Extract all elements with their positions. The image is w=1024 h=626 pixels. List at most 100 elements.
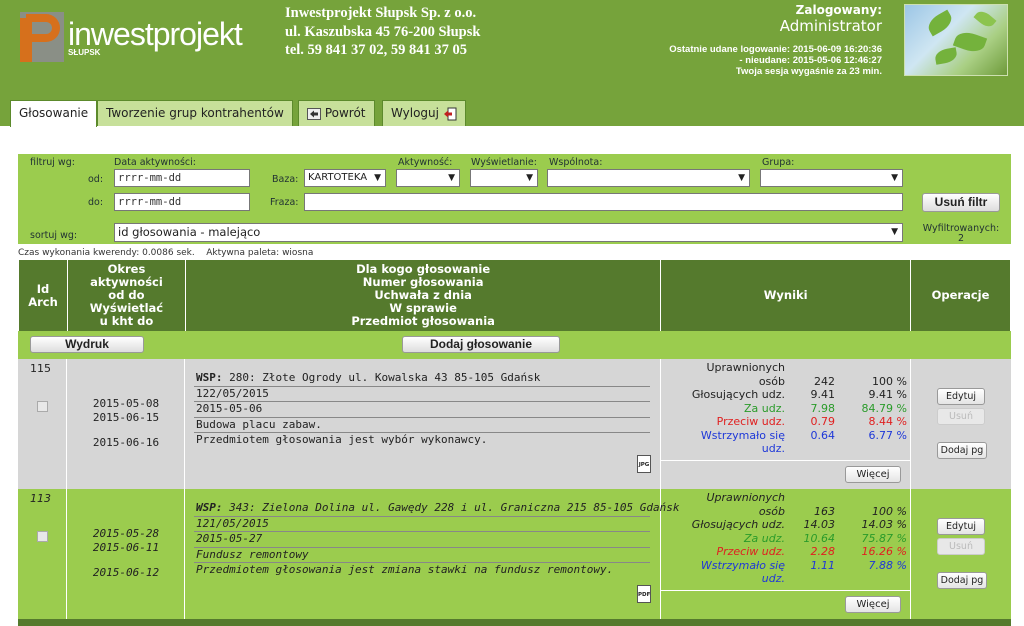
col-period: Okres aktywności od do Wyświetlać u kht do: [66, 259, 186, 332]
pdf-file-icon[interactable]: PDF: [637, 585, 651, 603]
activity-date-label: Data aktywności:: [114, 157, 196, 168]
display-to: 2015-06-12: [92, 566, 160, 579]
phrase-label: Fraza:: [270, 197, 299, 208]
archive-checkbox[interactable]: [37, 531, 48, 542]
chevron-down-icon: ▼: [526, 173, 533, 183]
print-button[interactable]: Wydruk: [30, 336, 144, 353]
to-label: do:: [88, 197, 104, 208]
activity-select[interactable]: ▼: [396, 169, 460, 187]
row-id: 113: [30, 492, 51, 505]
table-row: 115 2015-05-08 2015-06-15 2015-06-16 WSP…: [18, 359, 1011, 489]
last-failed-login: - nieudane: 2015-05-06 12:46:27: [739, 55, 882, 66]
col-main: Dla kogo głosowanie Numer głosowania Uchwa…: [184, 259, 662, 332]
results-cell: Uprawnionych osób 163 100 % Głosujących udz…: [661, 489, 911, 619]
delete-button[interactable]: Usuń: [937, 408, 985, 425]
header: inwestprojekt SŁUPSK Inwestprojekt Słups…: [0, 0, 1024, 96]
table-toolbar: Wydruk Dodaj głosowanie: [18, 331, 1011, 359]
group-label: Grupa:: [762, 157, 795, 168]
date-to-input[interactable]: rrrr-mm-dd: [114, 193, 250, 211]
session-info: Ostatnie udane logowanie: 2015-06-09 16:…: [669, 44, 882, 77]
date-from-input[interactable]: rrrr-mm-dd: [114, 169, 250, 187]
chevron-down-icon: ▼: [891, 227, 898, 237]
display-select[interactable]: ▼: [470, 169, 538, 187]
display-label: Wyświetlanie:: [471, 157, 537, 168]
vote-number: 121/05/2015: [194, 517, 650, 532]
vote-description: Przedmiotem głosowania jest zmiana stawk…: [196, 563, 614, 576]
tab-bar: Głosowanie Tworzenie grup kontrahentów P…: [0, 96, 1024, 127]
results-cell: Uprawnionych osób 242 100 % Głosujących udz…: [661, 359, 911, 489]
chevron-down-icon: ▼: [448, 173, 455, 183]
chevron-down-icon: ▼: [891, 173, 898, 183]
back-arrow-icon: [307, 107, 321, 120]
resolution-date: 2015-05-06: [194, 402, 650, 418]
company-name: Inwestprojekt Słupsk Sp. z o.o.: [285, 5, 477, 21]
tab-powrot[interactable]: Powrót: [298, 100, 375, 126]
add-vote-button[interactable]: Dodaj głosowanie: [402, 336, 560, 353]
filtered-count: Wyfiltrowanych: 2: [922, 223, 1000, 244]
id-cell: 113: [18, 489, 67, 619]
community-line[interactable]: WSP: 343: Zielona Dolina ul. Gawędy 228 …: [194, 501, 679, 517]
date-from: 2015-05-28: [92, 527, 160, 540]
id-cell: 115: [18, 359, 67, 489]
vote-description: Przedmiotem głosowania jest wybór wykona…: [196, 433, 488, 446]
clear-filter-button[interactable]: Usuń filtr: [922, 193, 1000, 212]
vote-subject: Fundusz remontowy: [194, 548, 650, 563]
logo-subtitle: SŁUPSK: [68, 48, 101, 57]
chevron-down-icon: ▼: [738, 173, 745, 183]
group-select[interactable]: ▼: [760, 169, 903, 187]
results-table: Uprawnionych osób 242 100 % Głosujących udz…: [691, 361, 907, 455]
filter-panel: filtruj wg: Data aktywności: od: rrrr-mm…: [18, 154, 1011, 244]
edit-button[interactable]: Edytuj: [937, 518, 985, 535]
table-footer-bar: [18, 619, 1011, 626]
edit-button[interactable]: Edytuj: [937, 388, 985, 405]
tab-glosowanie[interactable]: Głosowanie: [10, 100, 98, 127]
more-button[interactable]: Więcej: [845, 596, 901, 613]
logged-label: Zalogowany:: [795, 3, 882, 17]
jpg-file-icon[interactable]: JPG: [637, 455, 651, 473]
base-label: Baza:: [272, 174, 299, 185]
sort-select[interactable]: id głosowania - malejąco ▼: [114, 223, 903, 242]
delete-button[interactable]: Usuń: [937, 538, 985, 555]
more-button[interactable]: Więcej: [845, 466, 901, 483]
operations-cell: Edytuj Usuń Dodaj pg: [911, 489, 1011, 619]
logged-user: Administrator: [779, 17, 882, 35]
period-cell: 2015-05-08 2015-06-15 2015-06-16: [67, 359, 185, 489]
session-expiry: Twoja sesja wygaśnie za 23 min.: [735, 66, 882, 77]
col-id-arch: Id Arch: [18, 259, 68, 332]
community-select[interactable]: ▼: [547, 169, 750, 187]
last-ok-login: Ostatnie udane logowanie: 2015-06-09 16:…: [669, 44, 882, 55]
add-pg-button[interactable]: Dodaj pg: [937, 572, 987, 589]
tab-tworzenie-grup[interactable]: Tworzenie grup kontrahentów: [97, 100, 293, 126]
archive-checkbox[interactable]: [37, 401, 48, 412]
query-meta: Czas wykonania kwerendy: 0.0086 sek. Akt…: [18, 248, 314, 258]
company-address: ul. Kaszubska 45 76-200 Słupsk: [285, 23, 481, 40]
vote-number: 122/05/2015: [194, 387, 650, 402]
company-phone: tel. 59 841 37 02, 59 841 37 05: [285, 42, 468, 58]
community-line[interactable]: WSP: 280: Złote Ogrody ul. Kowalska 43 8…: [194, 371, 650, 387]
date-to: 2015-06-11: [92, 541, 160, 554]
display-to: 2015-06-16: [92, 436, 160, 449]
logo-icon: [20, 12, 64, 62]
activity-label: Aktywność:: [398, 157, 453, 168]
operations-cell: Edytuj Usuń Dodaj pg: [911, 359, 1011, 489]
date-to: 2015-06-15: [92, 411, 160, 424]
resolution-date: 2015-05-27: [194, 532, 650, 548]
col-operations: Operacje: [910, 259, 1011, 332]
base-select[interactable]: KARTOTEKA ▼: [304, 169, 386, 187]
period-cell: 2015-05-28 2015-06-11 2015-06-12: [67, 489, 185, 619]
sort-label: sortuj wg:: [30, 230, 78, 241]
chevron-down-icon: ▼: [374, 173, 381, 183]
community-label: Wspólnota:: [549, 157, 603, 168]
add-pg-button[interactable]: Dodaj pg: [937, 442, 987, 459]
votes-table-header: Id Arch Okres aktywności od do Wyświetlać u k…: [18, 259, 1011, 332]
header-photo: [904, 4, 1008, 76]
vote-subject: Budowa placu zabaw.: [194, 418, 650, 433]
results-table: Uprawnionych osób 163 100 % Głosujących udz…: [691, 491, 907, 585]
tab-wyloguj[interactable]: Wyloguj: [382, 100, 466, 126]
logout-icon: [443, 107, 457, 120]
col-results: Wyniki: [660, 259, 912, 332]
phrase-input[interactable]: [304, 193, 903, 211]
company-info: Inwestprojekt Słupsk Sp. z o.o. ul. Kasz…: [285, 4, 480, 60]
table-row: 113 2015-05-28 2015-06-11 2015-06-12 WSP…: [18, 489, 1011, 619]
details-cell: WSP: 343: Zielona Dolina ul. Gawędy 228 …: [185, 489, 679, 619]
